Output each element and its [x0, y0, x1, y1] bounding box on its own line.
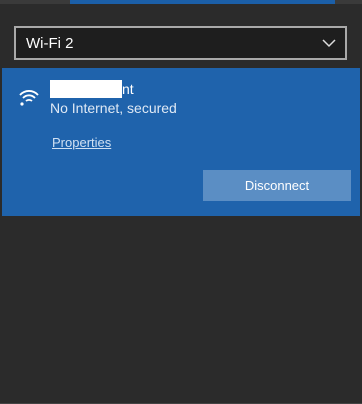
top-strip [0, 0, 362, 4]
chevron-down-icon [322, 39, 336, 48]
properties-link[interactable]: Properties [52, 135, 111, 150]
adapter-dropdown[interactable]: Wi-Fi 2 [14, 26, 347, 60]
selected-network-item[interactable]: nt No Internet, secured Properties Disco… [2, 68, 360, 216]
top-accent-bar [70, 0, 335, 4]
network-name: nt [50, 80, 134, 98]
redacted-network-name [50, 80, 122, 98]
network-list-empty-area [2, 216, 360, 402]
wifi-signal-icon [19, 90, 39, 106]
network-status: No Internet, secured [50, 100, 177, 116]
network-name-tail: nt [122, 81, 134, 97]
disconnect-button[interactable]: Disconnect [203, 170, 351, 201]
adapter-selected-value: Wi-Fi 2 [26, 34, 74, 52]
